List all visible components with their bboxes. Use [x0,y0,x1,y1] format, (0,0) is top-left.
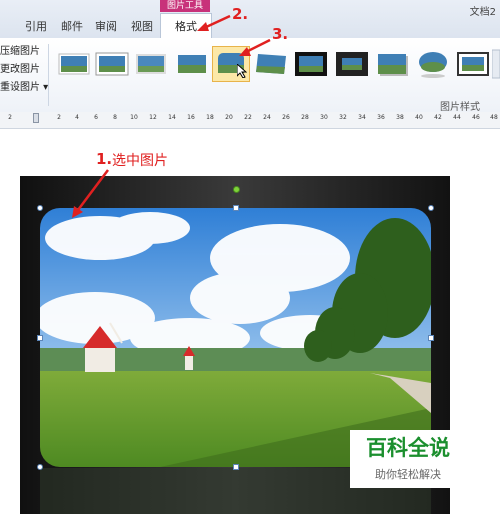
annotation-step1-number: 1. [96,150,113,168]
watermark-logo: 百科全说 助你轻松解决 [350,430,466,488]
annotation-step1-text: 选中图片 [112,153,168,169]
annotation-step3: 3. [272,25,289,43]
watermark-subtitle: 助你轻松解决 [375,468,441,481]
watermark-title: 百科全说 [366,436,450,460]
annotation-step2: 2. [232,5,249,23]
